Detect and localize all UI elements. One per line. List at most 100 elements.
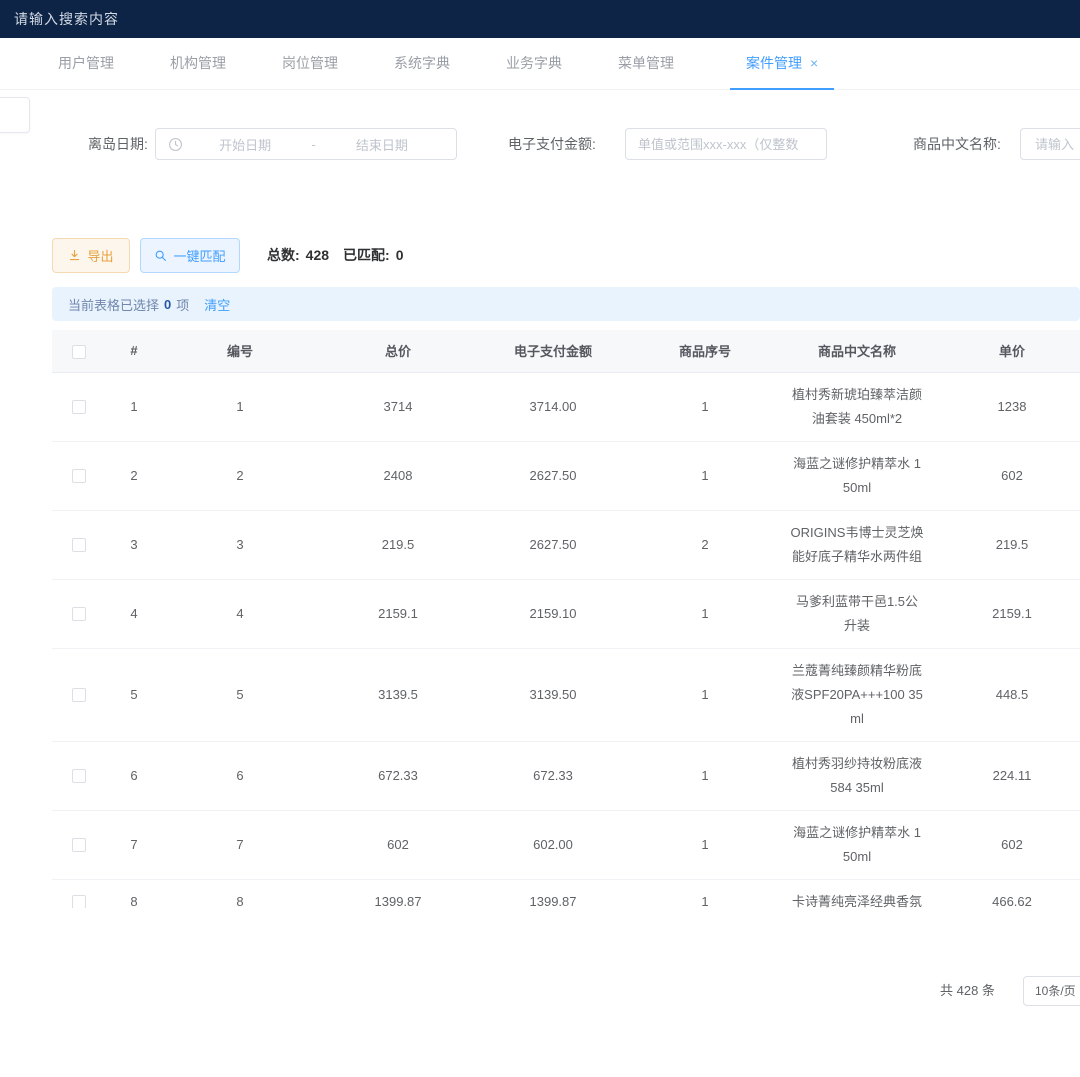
cell-item-no: 1 bbox=[628, 810, 782, 879]
cell-index: 7 bbox=[106, 810, 162, 879]
row-checkbox[interactable] bbox=[72, 538, 86, 552]
row-select-cell bbox=[52, 372, 106, 441]
cell-serial: 8 bbox=[162, 879, 318, 908]
row-select-cell bbox=[52, 741, 106, 810]
cell-epay-amount: 3139.50 bbox=[478, 648, 628, 741]
tab-case-mgmt[interactable]: 案件管理 × bbox=[730, 38, 834, 90]
table-row: 1137143714.001植村秀新琥珀臻萃洁颜油套装 450ml*21238 bbox=[52, 372, 1080, 441]
matched-value: 0 bbox=[396, 247, 404, 263]
cell-serial: 3 bbox=[162, 510, 318, 579]
cell-serial: 2 bbox=[162, 441, 318, 510]
column-header-index: # bbox=[106, 330, 162, 372]
cell-unit-price: 2159.1 bbox=[932, 579, 1080, 648]
cell-total-price: 219.5 bbox=[318, 510, 478, 579]
tab-user-mgmt[interactable]: 用户管理 bbox=[58, 38, 114, 90]
row-select-cell bbox=[52, 648, 106, 741]
selection-bar: 当前表格已选择 0 项 清空 bbox=[52, 287, 1080, 321]
cell-total-price: 3714 bbox=[318, 372, 478, 441]
toolbar: 导出 一键匹配 总数:428已匹配:0 bbox=[0, 238, 1080, 274]
table-row: 33219.52627.502ORIGINS韦博士灵芝焕能好底子精华水两件组21… bbox=[52, 510, 1080, 579]
cell-product-name: 卡诗菁纯亮泽经典香氛 bbox=[782, 879, 932, 908]
cell-index: 8 bbox=[106, 879, 162, 908]
tab-system-dict[interactable]: 系统字典 bbox=[394, 38, 450, 90]
row-checkbox[interactable] bbox=[72, 838, 86, 852]
depart-date-range-input[interactable]: 开始日期 - 结束日期 bbox=[155, 128, 457, 160]
product-name-input[interactable] bbox=[1020, 128, 1080, 160]
cell-serial: 6 bbox=[162, 741, 318, 810]
cell-product-name: ORIGINS韦博士灵芝焕能好底子精华水两件组 bbox=[782, 510, 932, 579]
global-search-input[interactable]: 请输入搜索内容 bbox=[14, 0, 119, 38]
cell-index: 1 bbox=[106, 372, 162, 441]
column-header-product-name: 商品中文名称 bbox=[782, 330, 932, 372]
data-table-container: #编号总价电子支付金额商品序号商品中文名称单价 1137143714.001植村… bbox=[52, 330, 1080, 908]
tab-business-dict[interactable]: 业务字典 bbox=[506, 38, 562, 90]
select-all-checkbox[interactable] bbox=[72, 345, 86, 359]
column-header-unit-price: 单价 bbox=[932, 330, 1080, 372]
cell-epay-amount: 2627.50 bbox=[478, 441, 628, 510]
total-count-text: 共 428 条 bbox=[940, 975, 995, 1007]
table-row: 881399.871399.871卡诗菁纯亮泽经典香氛466.62 bbox=[52, 879, 1080, 908]
cell-total-price: 2159.1 bbox=[318, 579, 478, 648]
cell-total-price: 2408 bbox=[318, 441, 478, 510]
table-row: 66672.33672.331植村秀羽纱持妆粉底液 584 35ml224.11 bbox=[52, 741, 1080, 810]
selection-suffix: 项 bbox=[176, 295, 189, 314]
date-range-separator: - bbox=[307, 137, 319, 152]
table-row: 77602602.001海蓝之谜修护精萃水 150ml602 bbox=[52, 810, 1080, 879]
tab-label: 系统字典 bbox=[394, 55, 450, 71]
match-button-label: 一键匹配 bbox=[173, 246, 225, 265]
tab-org-mgmt[interactable]: 机构管理 bbox=[170, 38, 226, 90]
clock-icon bbox=[168, 137, 183, 152]
column-header-serial: 编号 bbox=[162, 330, 318, 372]
export-button-label: 导出 bbox=[87, 246, 113, 265]
end-date-placeholder[interactable]: 结束日期 bbox=[320, 135, 444, 154]
column-header-epay-amount: 电子支付金额 bbox=[478, 330, 628, 372]
cell-serial: 4 bbox=[162, 579, 318, 648]
tab-label: 业务字典 bbox=[506, 55, 562, 71]
top-navbar: 请输入搜索内容 bbox=[0, 0, 1080, 38]
tab-label: 案件管理 bbox=[746, 55, 802, 71]
tab-post-mgmt[interactable]: 岗位管理 bbox=[282, 38, 338, 90]
cell-index: 2 bbox=[106, 441, 162, 510]
clear-selection-link[interactable]: 清空 bbox=[204, 295, 230, 314]
row-checkbox[interactable] bbox=[72, 688, 86, 702]
cell-unit-price: 219.5 bbox=[932, 510, 1080, 579]
row-select-cell bbox=[52, 579, 106, 648]
download-icon bbox=[68, 249, 81, 262]
cell-item-no: 1 bbox=[628, 648, 782, 741]
matched-label: 已匹配: bbox=[343, 247, 390, 263]
cell-item-no: 1 bbox=[628, 879, 782, 908]
start-date-placeholder[interactable]: 开始日期 bbox=[183, 135, 307, 154]
export-button[interactable]: 导出 bbox=[52, 238, 130, 273]
row-checkbox[interactable] bbox=[72, 895, 86, 908]
cell-index: 5 bbox=[106, 648, 162, 741]
tab-label: 用户管理 bbox=[58, 55, 114, 71]
tab-close-icon[interactable]: × bbox=[810, 55, 818, 71]
row-select-cell bbox=[52, 810, 106, 879]
product-name-label: 商品中文名称: bbox=[913, 127, 1001, 161]
tab-label: 岗位管理 bbox=[282, 55, 338, 71]
row-checkbox[interactable] bbox=[72, 607, 86, 621]
cell-total-price: 1399.87 bbox=[318, 879, 478, 908]
row-checkbox[interactable] bbox=[72, 769, 86, 783]
cell-item-no: 1 bbox=[628, 741, 782, 810]
cell-epay-amount: 3714.00 bbox=[478, 372, 628, 441]
row-select-cell bbox=[52, 879, 106, 908]
row-checkbox[interactable] bbox=[72, 469, 86, 483]
row-checkbox[interactable] bbox=[72, 400, 86, 414]
one-click-match-button[interactable]: 一键匹配 bbox=[140, 238, 240, 273]
filter-bar: 离岛日期: 开始日期 - 结束日期 电子支付金额: 商品中文名称: bbox=[0, 127, 1080, 161]
tab-menu-mgmt[interactable]: 菜单管理 bbox=[618, 38, 674, 90]
cell-product-name: 海蓝之谜修护精萃水 150ml bbox=[782, 441, 932, 510]
cell-serial: 1 bbox=[162, 372, 318, 441]
column-header-total-price: 总价 bbox=[318, 330, 478, 372]
cell-serial: 5 bbox=[162, 648, 318, 741]
depart-date-label: 离岛日期: bbox=[88, 127, 148, 161]
cell-total-price: 3139.5 bbox=[318, 648, 478, 741]
cell-index: 3 bbox=[106, 510, 162, 579]
page-size-select[interactable]: 10条/页 bbox=[1023, 976, 1080, 1006]
cell-unit-price: 602 bbox=[932, 441, 1080, 510]
cell-unit-price: 224.11 bbox=[932, 741, 1080, 810]
table-row: 442159.12159.101马爹利蓝带干邑1.5公升装2159.1 bbox=[52, 579, 1080, 648]
epay-amount-input[interactable] bbox=[625, 128, 827, 160]
cell-index: 6 bbox=[106, 741, 162, 810]
